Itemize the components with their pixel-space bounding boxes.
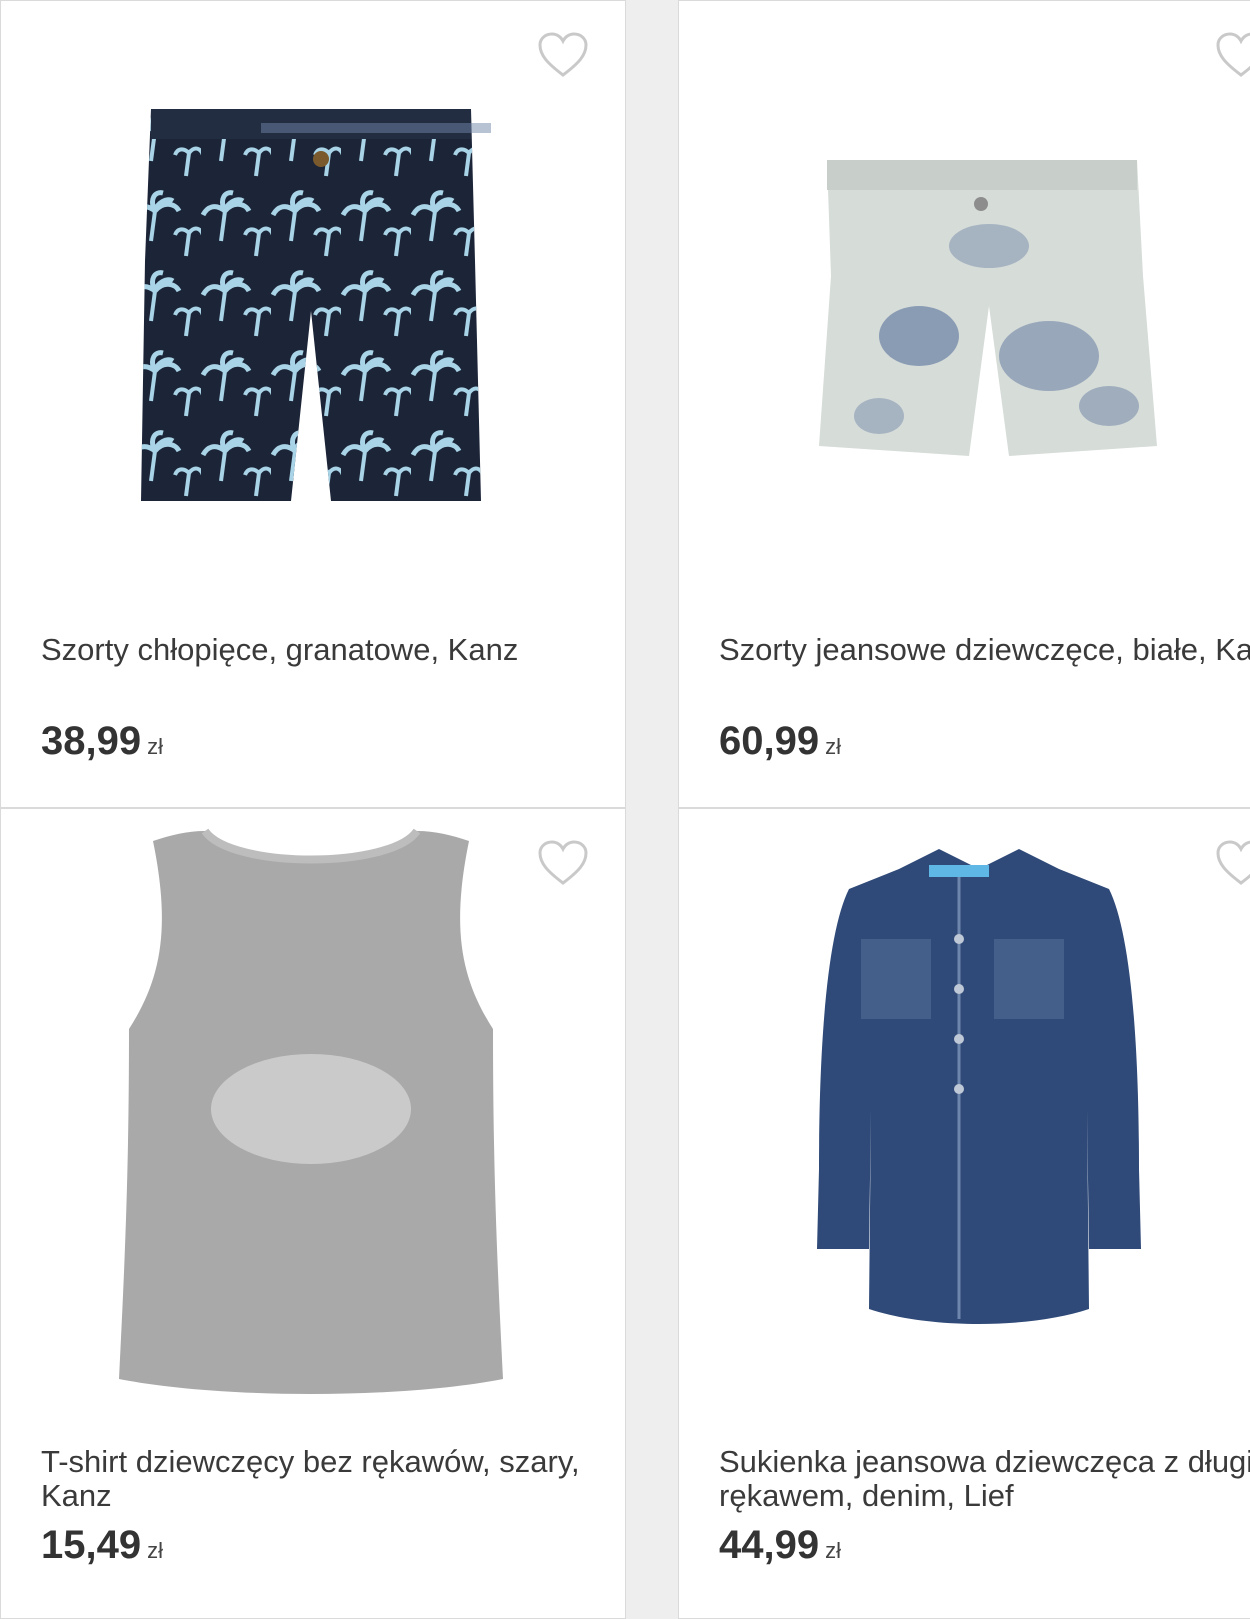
heart-outline-icon[interactable] xyxy=(537,31,589,79)
product-card[interactable]: Szorty jeansowe dziewczęce, białe, Kanz … xyxy=(678,0,1250,808)
product-price: 38,99 zł xyxy=(41,719,163,763)
shorts-white-denim-icon[interactable] xyxy=(809,156,1169,476)
product-card[interactable]: Szorty chłopięce, granatowe, Kanz 38,99 z… xyxy=(0,0,626,808)
heart-outline-icon[interactable] xyxy=(1215,31,1250,79)
product-price: 60,99 zł xyxy=(719,719,841,763)
heart-outline-icon[interactable] xyxy=(1215,839,1250,887)
product-price: 44,99 zł xyxy=(719,1523,841,1567)
shorts-navy-palm-icon[interactable] xyxy=(131,101,491,521)
product-title[interactable]: T-shirt dziewczęcy bez rękawów, szary, K… xyxy=(41,1445,621,1513)
product-card[interactable]: Sukienka jeansowa dziewczęca z długim rę… xyxy=(678,808,1250,1619)
tank-top-grey-icon[interactable] xyxy=(101,809,521,1409)
product-title[interactable]: Szorty chłopięce, granatowe, Kanz xyxy=(41,633,621,667)
heart-outline-icon[interactable] xyxy=(537,839,589,887)
product-price: 15,49 zł xyxy=(41,1523,163,1567)
denim-dress-icon[interactable] xyxy=(789,829,1169,1329)
product-title[interactable]: Sukienka jeansowa dziewczęca z długim rę… xyxy=(719,1445,1250,1513)
product-card[interactable]: T-shirt dziewczęcy bez rękawów, szary, K… xyxy=(0,808,626,1619)
product-title[interactable]: Szorty jeansowe dziewczęce, białe, Kanz xyxy=(719,633,1250,667)
